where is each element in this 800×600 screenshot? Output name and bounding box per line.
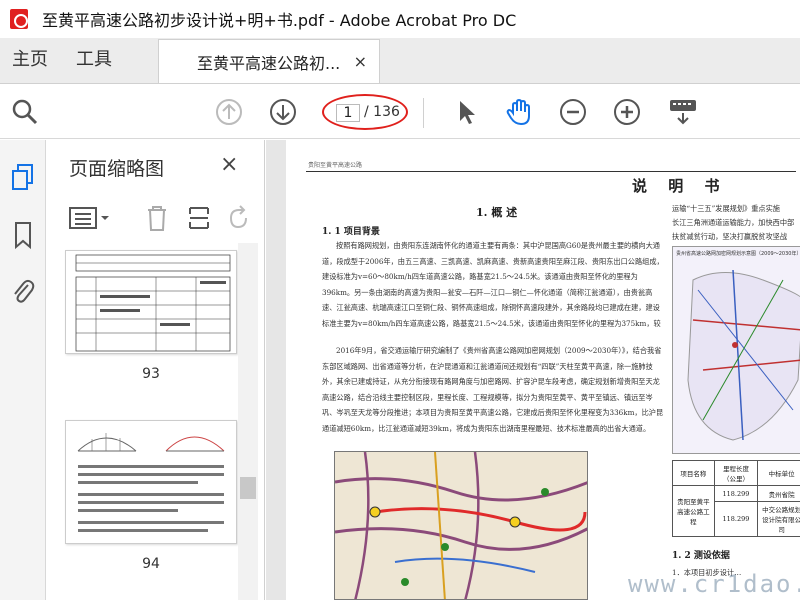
page-down-icon[interactable] (266, 95, 300, 129)
running-header: 贵阳至黄平高速公路 (308, 162, 363, 169)
search-icon[interactable] (8, 95, 42, 129)
options-menu-icon[interactable] (67, 202, 113, 234)
extract-page-icon[interactable] (185, 202, 213, 234)
thumbnails-panel: 页面缩略图 × 93 94 (47, 140, 265, 600)
hand-icon[interactable] (502, 95, 536, 129)
right-column-line-1: 运输“十三五”发展规划》重点实施 (672, 204, 780, 213)
document-title: 说 明 书 (632, 177, 728, 195)
tab-document[interactable]: 至黄平高速公路初... × (158, 39, 380, 83)
close-tab-icon[interactable]: × (354, 52, 367, 71)
thumbnail-label-93: 93 (142, 366, 160, 382)
thumbnail-page-94[interactable] (65, 420, 237, 544)
highlight-circle (322, 94, 408, 130)
page-thumbnails-icon[interactable] (6, 160, 40, 194)
right-column-line-2: 长江三角洲通道运输能力，加快西中部 (672, 218, 795, 227)
document-tab-label: 至黄平高速公路初... (197, 53, 341, 73)
toolbar-divider (423, 98, 424, 128)
thumbnail-list: 93 94 (47, 244, 265, 600)
delete-page-icon[interactable] (143, 202, 171, 234)
navigation-rail (0, 140, 46, 600)
zoom-in-icon[interactable] (610, 95, 644, 129)
select-arrow-icon[interactable] (448, 95, 482, 129)
table-header-name: 项目名称 (672, 460, 715, 486)
scrollbar-thumb[interactable] (240, 477, 256, 499)
table-cell-length-2: 118.299 (713, 501, 759, 537)
thumbnails-title: 页面缩略图 (69, 158, 165, 180)
map-caption: 贵州省高速公路网加密网规划示意图（2009～2030年） (676, 251, 800, 257)
thumbnails-toolbar (47, 196, 265, 240)
keyboard-icon[interactable] (666, 95, 700, 129)
tab-home[interactable]: 主页 (0, 37, 60, 83)
window-title: 至黄平高速公路初步设计说+明+书.pdf - Adobe Acrobat Pro… (42, 11, 517, 30)
subsection-heading: 1. 1 项目背景 (322, 227, 380, 237)
table-cell-unit-1: 贵州省院 (757, 485, 800, 502)
thumbnail-label-94: 94 (142, 556, 160, 572)
table-cell-project: 贵阳至黄平高速公路工程 (672, 485, 715, 537)
document-page: 贵阳至黄平高速公路 说 明 书 1. 概 述 1. 1 项目背景 按照有路网规划… (286, 140, 800, 600)
thumbnail-page-93[interactable] (65, 250, 237, 354)
title-bar: 至黄平高速公路初步设计说+明+书.pdf - Adobe Acrobat Pro… (0, 0, 800, 38)
zoom-out-icon[interactable] (556, 95, 590, 129)
tab-bar: 主页 工具 至黄平高速公路初... × (0, 38, 800, 84)
page-up-icon[interactable] (212, 95, 246, 129)
project-table: 项目名称 里程长度（公里） 中标单位 贵阳至黄平高速公路工程 118.299 贵… (672, 460, 800, 537)
paragraph-planning: 2016年9月，省交通运输厅研究编制了《贵州省高速公路网加密网规划（2009～2… (322, 346, 664, 433)
thumbnail-scrollbar[interactable] (238, 243, 258, 600)
attachment-icon[interactable] (6, 274, 40, 308)
network-plan-map: 贵州省高速公路网加密网规划示意图（2009～2030年） (672, 246, 800, 454)
table-cell-length-1: 118.299 (713, 485, 759, 502)
bookmark-icon[interactable] (6, 218, 40, 252)
table-cell-unit-2: 中交公路规划设计院有限公司 (757, 501, 800, 537)
table-header-unit: 中标单位 (757, 460, 800, 486)
acrobat-icon (10, 9, 28, 29)
table-header-length: 里程长度（公里） (713, 460, 759, 486)
subsection-basis: 1. 2 测设依据 (672, 551, 730, 561)
document-viewport[interactable]: 贵阳至黄平高速公路 说 明 书 1. 概 述 1. 1 项目背景 按照有路网规划… (266, 140, 800, 600)
section-heading: 1. 概 述 (476, 206, 518, 219)
header-rule (306, 171, 796, 172)
tab-tools[interactable]: 工具 (60, 37, 124, 83)
close-panel-icon[interactable]: × (220, 152, 238, 177)
route-map-image (334, 451, 588, 600)
paragraph-background: 按照有路网规划，由贵阳东连湖南怀化的通道主要有两条：其中沪昆国高G60是贵州最主… (322, 241, 664, 328)
watermark: www.cr1dao.com (628, 570, 800, 598)
rotate-page-icon[interactable] (225, 202, 253, 234)
right-column-line-3: 扶贫减贫行动，坚决打赢脱贫攻坚战 (672, 232, 788, 241)
